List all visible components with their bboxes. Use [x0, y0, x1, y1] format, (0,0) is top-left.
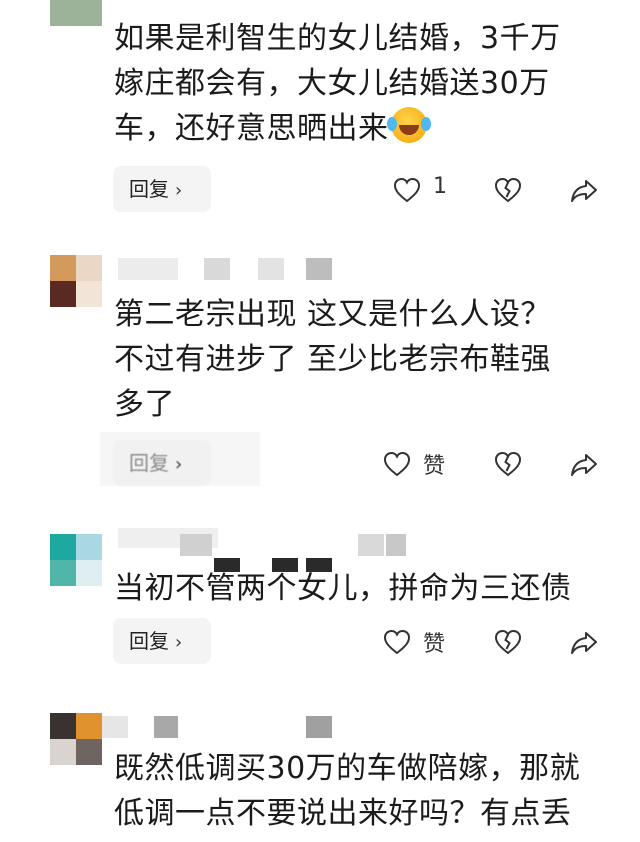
pixelated-username [118, 258, 178, 280]
reply-button[interactable]: 回复 › [113, 440, 211, 486]
share-arrow-icon[interactable] [569, 175, 599, 205]
pixelated-block [154, 716, 178, 738]
comment-text-line: 既然低调买30万的车做陪嫁，那就 [114, 751, 581, 786]
comment-actions: 回复 › 1 [0, 166, 640, 216]
heart-icon[interactable] [382, 627, 412, 657]
reply-label: 回复 [129, 629, 169, 653]
pixelated-block [306, 258, 332, 280]
pixelated-block [204, 258, 230, 280]
comment-text-line: 不过有进步了 至少比老宗布鞋强 [114, 342, 552, 377]
comment-text: 当初不管两个女儿，拼命为三还债 [114, 566, 614, 611]
like-label: 赞 [423, 632, 446, 657]
comment-text-line-content: 车，还好意思晒出来 [114, 111, 389, 146]
chevron-right-icon: › [175, 632, 183, 653]
comment-text-line: 当初不管两个女儿，拼命为三还债 [114, 571, 572, 606]
tears-of-joy-emoji-icon [386, 107, 427, 143]
like-count: 1 [433, 174, 447, 199]
comment-text-line: 嫁庄都会有，大女儿结婚送30万 [114, 66, 550, 101]
avatar[interactable] [50, 534, 102, 586]
broken-heart-icon[interactable] [493, 175, 523, 205]
pixelated-block [306, 716, 332, 738]
comment-text-line: 车，还好意思晒出来 [114, 106, 614, 151]
reply-label: 回复 [129, 451, 169, 475]
comment-text-line: 如果是利智生的女儿结婚，3千万 [114, 21, 561, 56]
comment-text-line: 多了 [114, 387, 175, 422]
pixelated-block [102, 716, 128, 738]
reply-button[interactable]: 回复 › [113, 166, 211, 212]
comment-actions: 回复 › 赞 [0, 432, 640, 490]
broken-heart-icon[interactable] [493, 627, 523, 657]
avatar[interactable] [50, 0, 102, 26]
comment-text-line: 第二老宗出现 这又是什么人设？ [114, 297, 552, 332]
pixelated-block [358, 534, 384, 556]
comment-text: 既然低调买30万的车做陪嫁，那就 低调一点不要说出来好吗？有点丢 [114, 746, 614, 836]
chevron-right-icon: › [175, 180, 183, 201]
comment-text: 第二老宗出现 这又是什么人设？ 不过有进步了 至少比老宗布鞋强 多了 [114, 292, 614, 427]
reply-button[interactable]: 回复 › [113, 618, 211, 664]
avatar[interactable] [50, 255, 102, 307]
chevron-right-icon: › [175, 454, 183, 475]
comment-text: 如果是利智生的女儿结婚，3千万 嫁庄都会有，大女儿结婚送30万 车，还好意思晒出… [114, 16, 614, 151]
heart-icon[interactable] [392, 175, 422, 205]
pixelated-block [258, 258, 284, 280]
share-arrow-icon[interactable] [569, 449, 599, 479]
comment-text-line: 低调一点不要说出来好吗？有点丢 [114, 796, 572, 831]
reply-label: 回复 [129, 177, 169, 201]
broken-heart-icon[interactable] [493, 449, 523, 479]
avatar[interactable] [50, 713, 102, 765]
share-arrow-icon[interactable] [569, 627, 599, 657]
like-label: 赞 [423, 454, 446, 479]
pixelated-block [180, 534, 212, 556]
comment-actions: 回复 › 赞 [0, 618, 640, 668]
heart-icon[interactable] [382, 449, 412, 479]
pixelated-block [386, 534, 406, 556]
